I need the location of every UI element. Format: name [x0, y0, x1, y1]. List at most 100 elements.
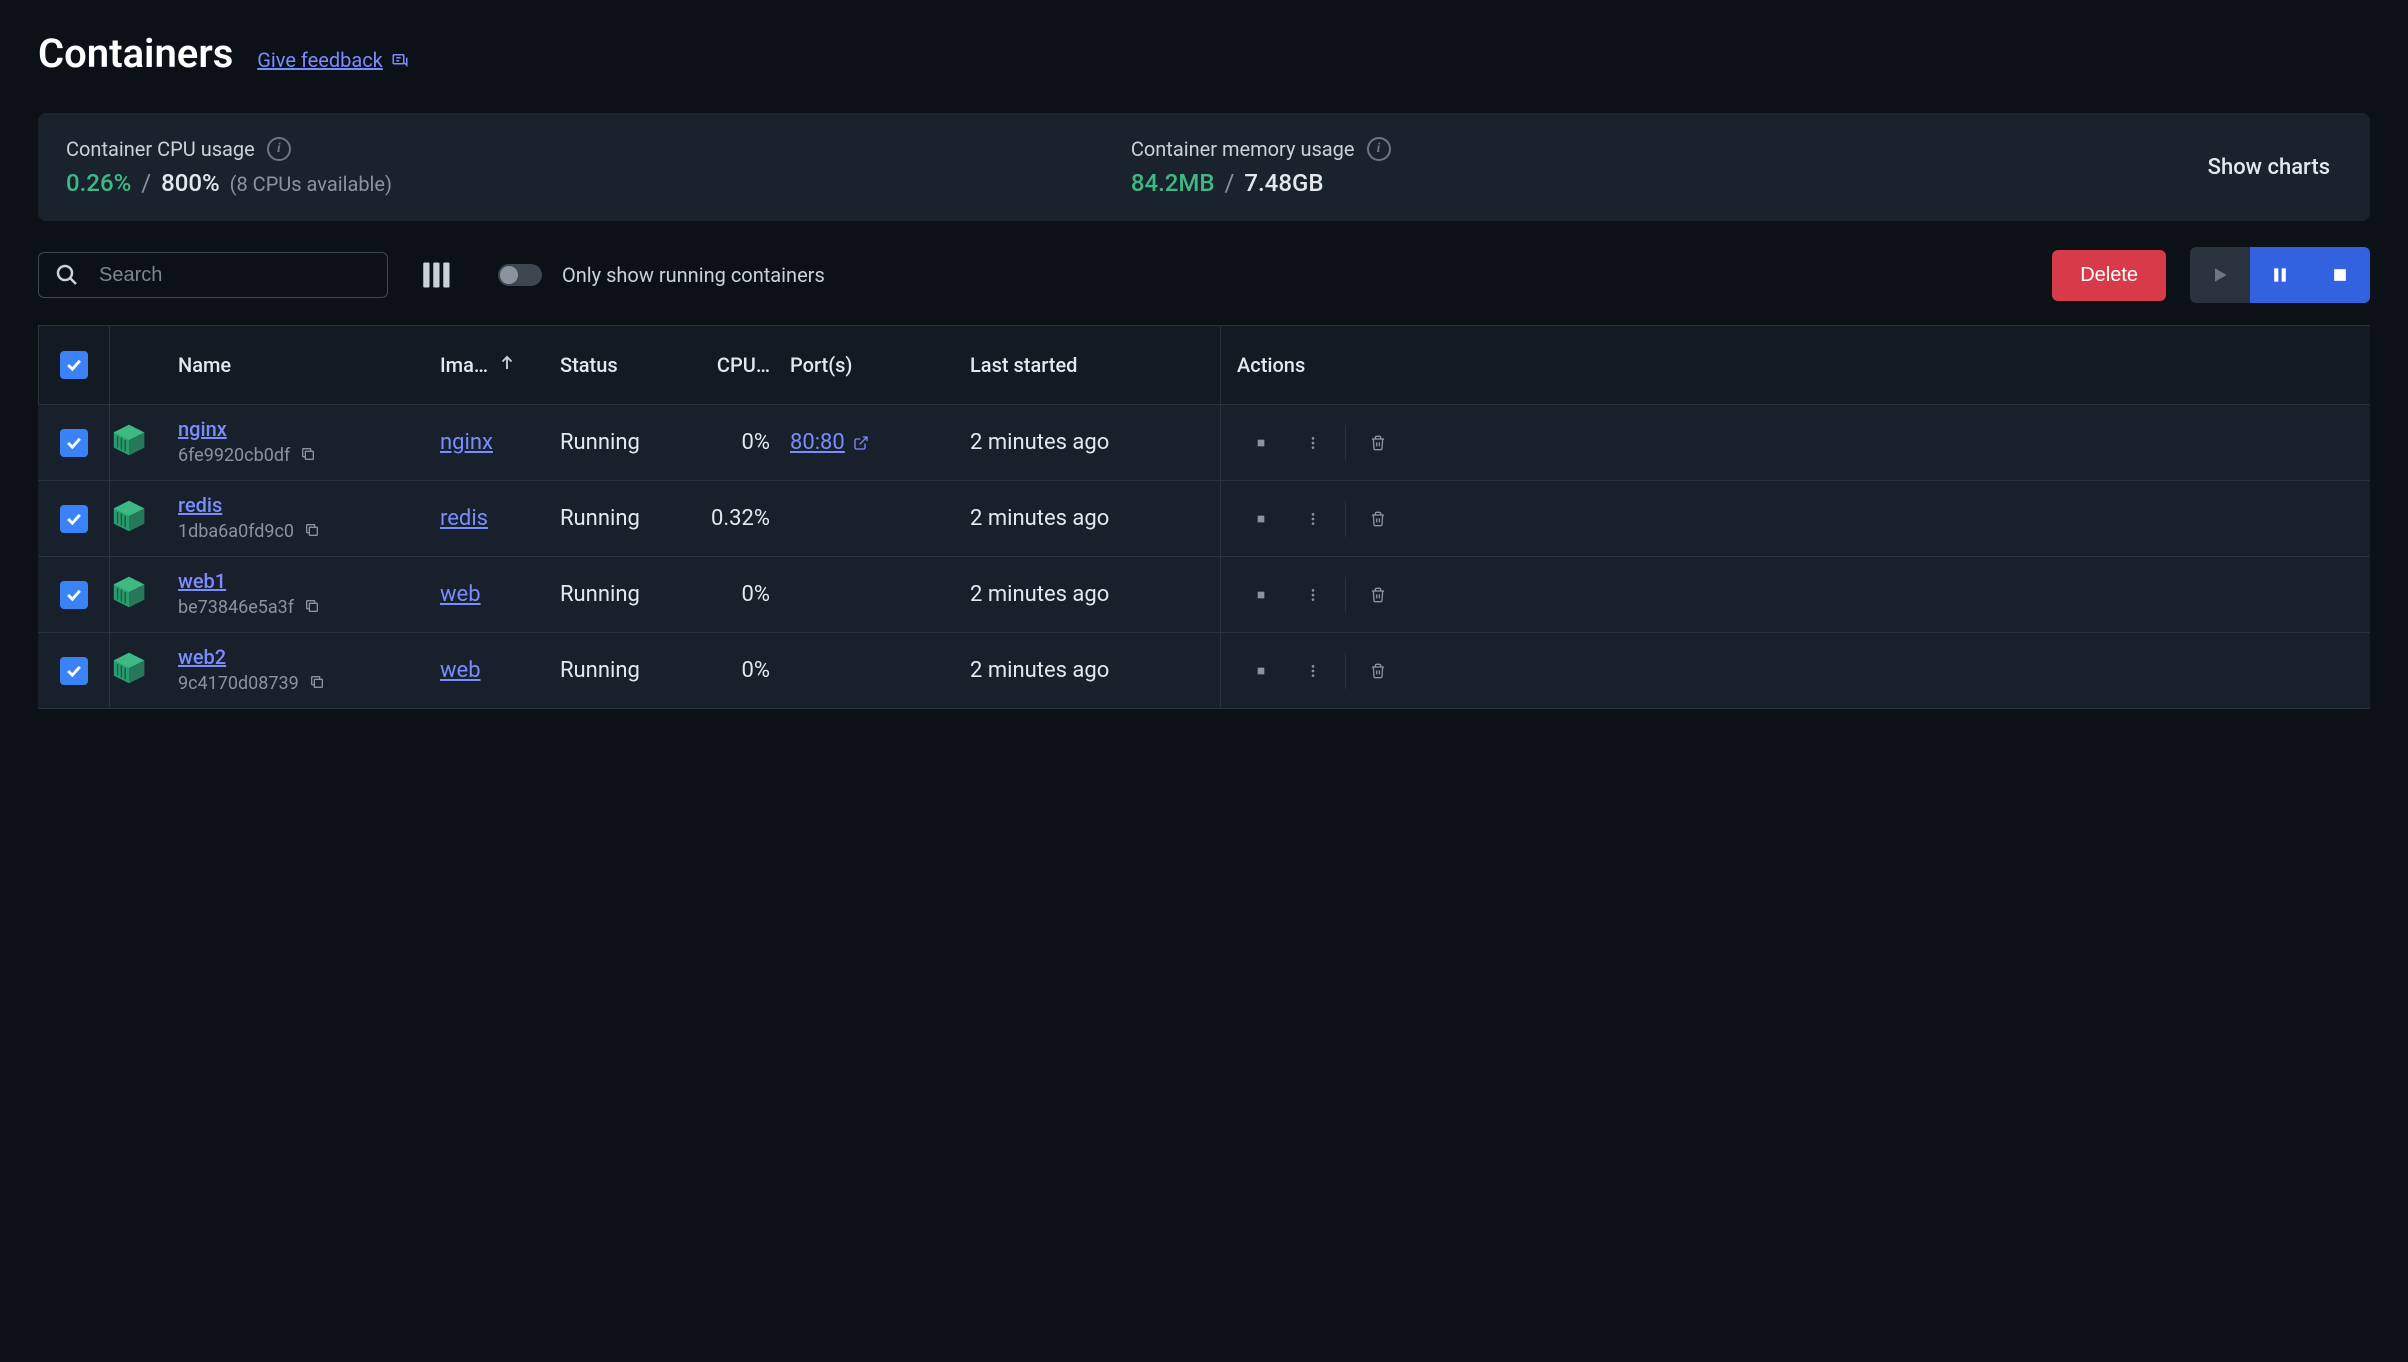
copy-hash-button[interactable] [304, 519, 320, 544]
cpu-used: 0.26% [66, 169, 131, 197]
memory-stat: Container memory usage i 84.2MB / 7.48GB [1131, 137, 2196, 197]
trash-icon [1370, 511, 1386, 527]
trash-icon [1370, 435, 1386, 451]
select-all-checkbox[interactable] [60, 351, 88, 379]
check-icon [64, 509, 84, 529]
containers-table: Name Ima… Status CPU… Port(s) Last start… [38, 325, 2370, 709]
col-header-actions: Actions [1220, 326, 2370, 404]
row-more-button[interactable] [1289, 571, 1337, 619]
row-more-button[interactable] [1289, 647, 1337, 695]
copy-icon [309, 674, 325, 690]
more-icon [1305, 435, 1321, 451]
stop-icon [1253, 435, 1269, 451]
copy-hash-button[interactable] [304, 595, 320, 620]
stat-separator: / [1225, 169, 1235, 197]
status-value: Running [560, 506, 700, 531]
row-delete-button[interactable] [1354, 419, 1402, 467]
port-value: 80:80 [790, 430, 845, 455]
row-stop-button[interactable] [1237, 495, 1285, 543]
bulk-play-button[interactable] [2190, 247, 2250, 303]
col-header-name[interactable]: Name [170, 353, 440, 377]
copy-icon [300, 446, 316, 462]
container-name-link[interactable]: redis [178, 493, 440, 517]
stop-icon [2330, 265, 2350, 285]
container-name-link[interactable]: web1 [178, 569, 440, 593]
search-icon [55, 263, 79, 287]
divider [1345, 425, 1346, 461]
show-charts-button[interactable]: Show charts [2196, 147, 2342, 188]
bulk-stop-button[interactable] [2310, 247, 2370, 303]
cpu-value: 0.32% [700, 506, 790, 531]
col-header-image-label: Ima… [440, 353, 488, 377]
cpu-value: 0% [700, 430, 790, 455]
row-checkbox[interactable] [60, 429, 88, 457]
more-icon [1305, 511, 1321, 527]
row-checkbox[interactable] [60, 505, 88, 533]
search-box[interactable] [38, 252, 388, 298]
image-link[interactable]: web [440, 582, 481, 607]
started-value: 2 minutes ago [970, 582, 1220, 607]
trash-icon [1370, 587, 1386, 603]
bulk-pause-button[interactable] [2250, 247, 2310, 303]
row-checkbox[interactable] [60, 657, 88, 685]
col-header-image[interactable]: Ima… [440, 353, 560, 377]
port-link[interactable]: 80:80 [790, 430, 869, 455]
external-link-icon [853, 435, 869, 451]
container-hash: 1dba6a0fd9c0 [178, 521, 294, 542]
stop-icon [1253, 587, 1269, 603]
columns-button[interactable] [412, 252, 462, 298]
divider [1345, 501, 1346, 537]
copy-hash-button[interactable] [309, 671, 325, 696]
row-delete-button[interactable] [1354, 647, 1402, 695]
started-value: 2 minutes ago [970, 430, 1220, 455]
play-icon [2210, 265, 2230, 285]
table-row: redis 1dba6a0fd9c0 redis Running 0.32% 2… [38, 481, 2370, 557]
row-stop-button[interactable] [1237, 419, 1285, 467]
container-type-icon [110, 573, 170, 617]
row-more-button[interactable] [1289, 419, 1337, 467]
copy-hash-button[interactable] [300, 443, 316, 468]
status-value: Running [560, 658, 700, 683]
give-feedback-link[interactable]: Give feedback [257, 48, 409, 72]
check-icon [64, 585, 84, 605]
started-value: 2 minutes ago [970, 506, 1220, 531]
image-link[interactable]: nginx [440, 430, 493, 455]
container-name-link[interactable]: nginx [178, 417, 440, 441]
table-row: web2 9c4170d08739 web Running 0% 2 minut… [38, 633, 2370, 709]
started-value: 2 minutes ago [970, 658, 1220, 683]
more-icon [1305, 587, 1321, 603]
check-icon [64, 661, 84, 681]
container-type-icon [110, 649, 170, 693]
toolbar: Only show running containers Delete [38, 247, 2370, 303]
row-delete-button[interactable] [1354, 571, 1402, 619]
stat-separator: / [141, 169, 151, 197]
info-icon[interactable]: i [1367, 137, 1391, 161]
container-type-icon [110, 421, 170, 465]
status-value: Running [560, 430, 700, 455]
table-row: nginx 6fe9920cb0df nginx Running 0% 80:8… [38, 405, 2370, 481]
container-name-link[interactable]: web2 [178, 645, 440, 669]
container-icon [110, 421, 148, 459]
search-input[interactable] [99, 264, 371, 287]
info-icon[interactable]: i [267, 137, 291, 161]
delete-button[interactable]: Delete [2052, 250, 2166, 301]
cpu-note: (8 CPUs available) [230, 172, 392, 196]
row-more-button[interactable] [1289, 495, 1337, 543]
memory-total: 7.48GB [1244, 169, 1323, 197]
container-icon [110, 573, 148, 611]
col-header-status[interactable]: Status [560, 353, 700, 377]
memory-used: 84.2MB [1131, 169, 1215, 197]
image-link[interactable]: redis [440, 506, 488, 531]
more-icon [1305, 663, 1321, 679]
row-delete-button[interactable] [1354, 495, 1402, 543]
col-header-cpu[interactable]: CPU… [700, 353, 790, 377]
image-link[interactable]: web [440, 658, 481, 683]
row-stop-button[interactable] [1237, 647, 1285, 695]
container-icon [110, 649, 148, 687]
row-stop-button[interactable] [1237, 571, 1285, 619]
check-icon [64, 355, 84, 375]
row-checkbox[interactable] [60, 581, 88, 609]
col-header-started[interactable]: Last started [970, 353, 1220, 377]
col-header-ports[interactable]: Port(s) [790, 353, 970, 377]
running-only-toggle[interactable] [498, 264, 542, 286]
